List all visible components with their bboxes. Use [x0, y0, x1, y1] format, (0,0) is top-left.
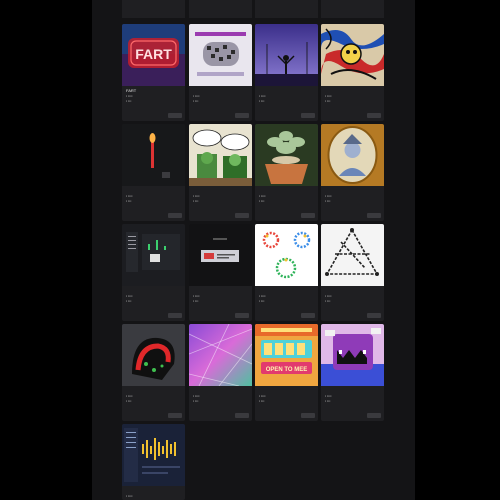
card-partial-1[interactable]	[122, 0, 185, 18]
nft-card-14[interactable]: ▪ ▪▪▪▪ ▪ ▪▪▪	[189, 324, 252, 421]
nft-card-17[interactable]: ▪ ▪▪▪▪	[122, 424, 185, 500]
nft-thumbnail[interactable]	[122, 124, 185, 186]
card-owner: ▪ ▪▪▪▪	[126, 294, 133, 298]
nft-thumbnail[interactable]	[255, 224, 318, 286]
card-meta: ▪ ▪▪▪	[259, 99, 265, 103]
card-action-button[interactable]	[235, 213, 249, 218]
card-meta: ▪ ▪▪▪	[126, 399, 132, 403]
card-owner: ▪ ▪▪▪▪	[193, 294, 200, 298]
card-owner: ▪ ▪▪▪▪	[259, 94, 266, 98]
card-meta: ▪ ▪▪▪	[325, 99, 331, 103]
nft-card-11[interactable]: ▪ ▪▪▪▪ ▪ ▪▪▪	[255, 224, 318, 321]
card-action-button[interactable]	[235, 113, 249, 118]
card-action-button[interactable]	[301, 113, 315, 118]
card-meta: ▪ ▪▪▪	[325, 199, 331, 203]
nft-thumbnail[interactable]	[321, 124, 384, 186]
nft-thumbnail[interactable]	[189, 224, 252, 286]
card-action-button[interactable]	[367, 113, 381, 118]
card-owner: ▪ ▪▪▪▪	[126, 394, 133, 398]
nft-thumbnail[interactable]	[321, 224, 384, 286]
nft-card-2[interactable]: ▪ ▪▪▪▪ ▪ ▪▪▪	[189, 24, 252, 121]
card-meta: ▪ ▪▪▪	[259, 399, 265, 403]
card-owner: ▪ ▪▪▪▪	[193, 394, 200, 398]
card-meta: ▪ ▪▪▪	[126, 299, 132, 303]
card-owner: ▪ ▪▪▪▪	[325, 94, 332, 98]
nft-thumbnail[interactable]	[321, 24, 384, 86]
nft-card-4[interactable]: ▪ ▪▪▪▪ ▪ ▪▪▪	[321, 24, 384, 121]
card-action-button[interactable]	[367, 413, 381, 418]
card-meta: ▪ ▪▪▪	[193, 99, 199, 103]
card-action-button[interactable]	[367, 313, 381, 318]
card-owner: ▪ ▪▪▪▪	[325, 194, 332, 198]
card-action-button[interactable]	[301, 413, 315, 418]
card-meta: ▪ ▪▪▪	[325, 399, 331, 403]
card-meta: ▪ ▪▪▪	[126, 99, 132, 103]
card-partial-2[interactable]	[189, 0, 252, 18]
nft-thumbnail[interactable]	[255, 24, 318, 86]
card-meta: ▪ ▪▪▪	[259, 199, 265, 203]
nft-thumbnail[interactable]	[321, 324, 384, 386]
nft-thumbnail[interactable]	[189, 24, 252, 86]
nft-thumbnail[interactable]	[255, 124, 318, 186]
card-action-button[interactable]	[367, 213, 381, 218]
nft-card-3[interactable]: ▪ ▪▪▪▪ ▪ ▪▪▪	[255, 24, 318, 121]
card-owner: ▪ ▪▪▪▪	[259, 394, 266, 398]
nft-card-8[interactable]: ▪ ▪▪▪▪ ▪ ▪▪▪	[321, 124, 384, 221]
card-owner: ▪ ▪▪▪▪	[193, 194, 200, 198]
nft-card-16[interactable]: ▪ ▪▪▪▪ ▪ ▪▪▪	[321, 324, 384, 421]
card-owner: ▪ ▪▪▪▪	[193, 94, 200, 98]
nft-thumbnail[interactable]	[189, 324, 252, 386]
card-owner: ▪ ▪▪▪▪	[126, 94, 133, 98]
card-meta: ▪ ▪▪▪	[193, 399, 199, 403]
card-action-button[interactable]	[235, 413, 249, 418]
nft-card-5[interactable]: ▪ ▪▪▪▪ ▪ ▪▪▪	[122, 124, 185, 221]
nft-card-fart[interactable]: FART FART ▪ ▪▪▪▪ ▪ ▪▪▪	[122, 24, 185, 121]
card-owner: ▪ ▪▪▪▪	[126, 194, 133, 198]
card-owner: ▪ ▪▪▪▪	[259, 194, 266, 198]
nft-card-15[interactable]: OPEN TO MEE ▪ ▪▪▪▪ ▪ ▪▪▪	[255, 324, 318, 421]
card-owner: ▪ ▪▪▪▪	[126, 494, 133, 498]
card-action-button[interactable]	[301, 213, 315, 218]
nft-card-13[interactable]: ▪ ▪▪▪▪ ▪ ▪▪▪	[122, 324, 185, 421]
card-action-button[interactable]	[168, 413, 182, 418]
card-meta: ▪ ▪▪▪	[259, 299, 265, 303]
card-owner: ▪ ▪▪▪▪	[325, 294, 332, 298]
card-meta: ▪ ▪▪▪	[126, 199, 132, 203]
nft-card-9[interactable]: ▪ ▪▪▪▪ ▪ ▪▪▪	[122, 224, 185, 321]
nft-thumbnail[interactable]	[122, 424, 185, 486]
nft-card-10[interactable]: ▪ ▪▪▪▪ ▪ ▪▪▪	[189, 224, 252, 321]
nft-card-6[interactable]: ▪ ▪▪▪▪ ▪ ▪▪▪	[189, 124, 252, 221]
card-owner: ▪ ▪▪▪▪	[259, 294, 266, 298]
card-action-button[interactable]	[235, 313, 249, 318]
open-to-art-text: OPEN TO MEE	[266, 367, 308, 373]
card-meta: ▪ ▪▪▪	[193, 199, 199, 203]
nft-thumbnail[interactable]	[189, 124, 252, 186]
card-partial-3[interactable]	[255, 0, 318, 18]
card-owner: ▪ ▪▪▪▪	[325, 394, 332, 398]
nft-thumbnail[interactable]	[122, 324, 185, 386]
card-partial-4[interactable]	[321, 0, 384, 18]
card-action-button[interactable]	[168, 213, 182, 218]
card-meta: ▪ ▪▪▪	[325, 299, 331, 303]
card-meta: ▪ ▪▪▪	[193, 299, 199, 303]
nft-thumbnail[interactable]	[122, 224, 185, 286]
fart-art-text: FART	[135, 46, 172, 62]
nft-thumbnail[interactable]: OPEN TO MEE	[255, 324, 318, 386]
card-action-button[interactable]	[301, 313, 315, 318]
card-action-button[interactable]	[168, 113, 182, 118]
nft-card-12[interactable]: ▪ ▪▪▪▪ ▪ ▪▪▪	[321, 224, 384, 321]
nft-thumbnail[interactable]: FART	[122, 24, 185, 86]
nft-card-7[interactable]: ▪ ▪▪▪▪ ▪ ▪▪▪	[255, 124, 318, 221]
card-title: FART	[126, 88, 137, 93]
nft-gallery-page: FART FART ▪ ▪▪▪▪ ▪ ▪▪▪ ▪ ▪▪▪▪ ▪ ▪▪▪ ▪ ▪▪…	[92, 0, 415, 500]
card-action-button[interactable]	[168, 313, 182, 318]
